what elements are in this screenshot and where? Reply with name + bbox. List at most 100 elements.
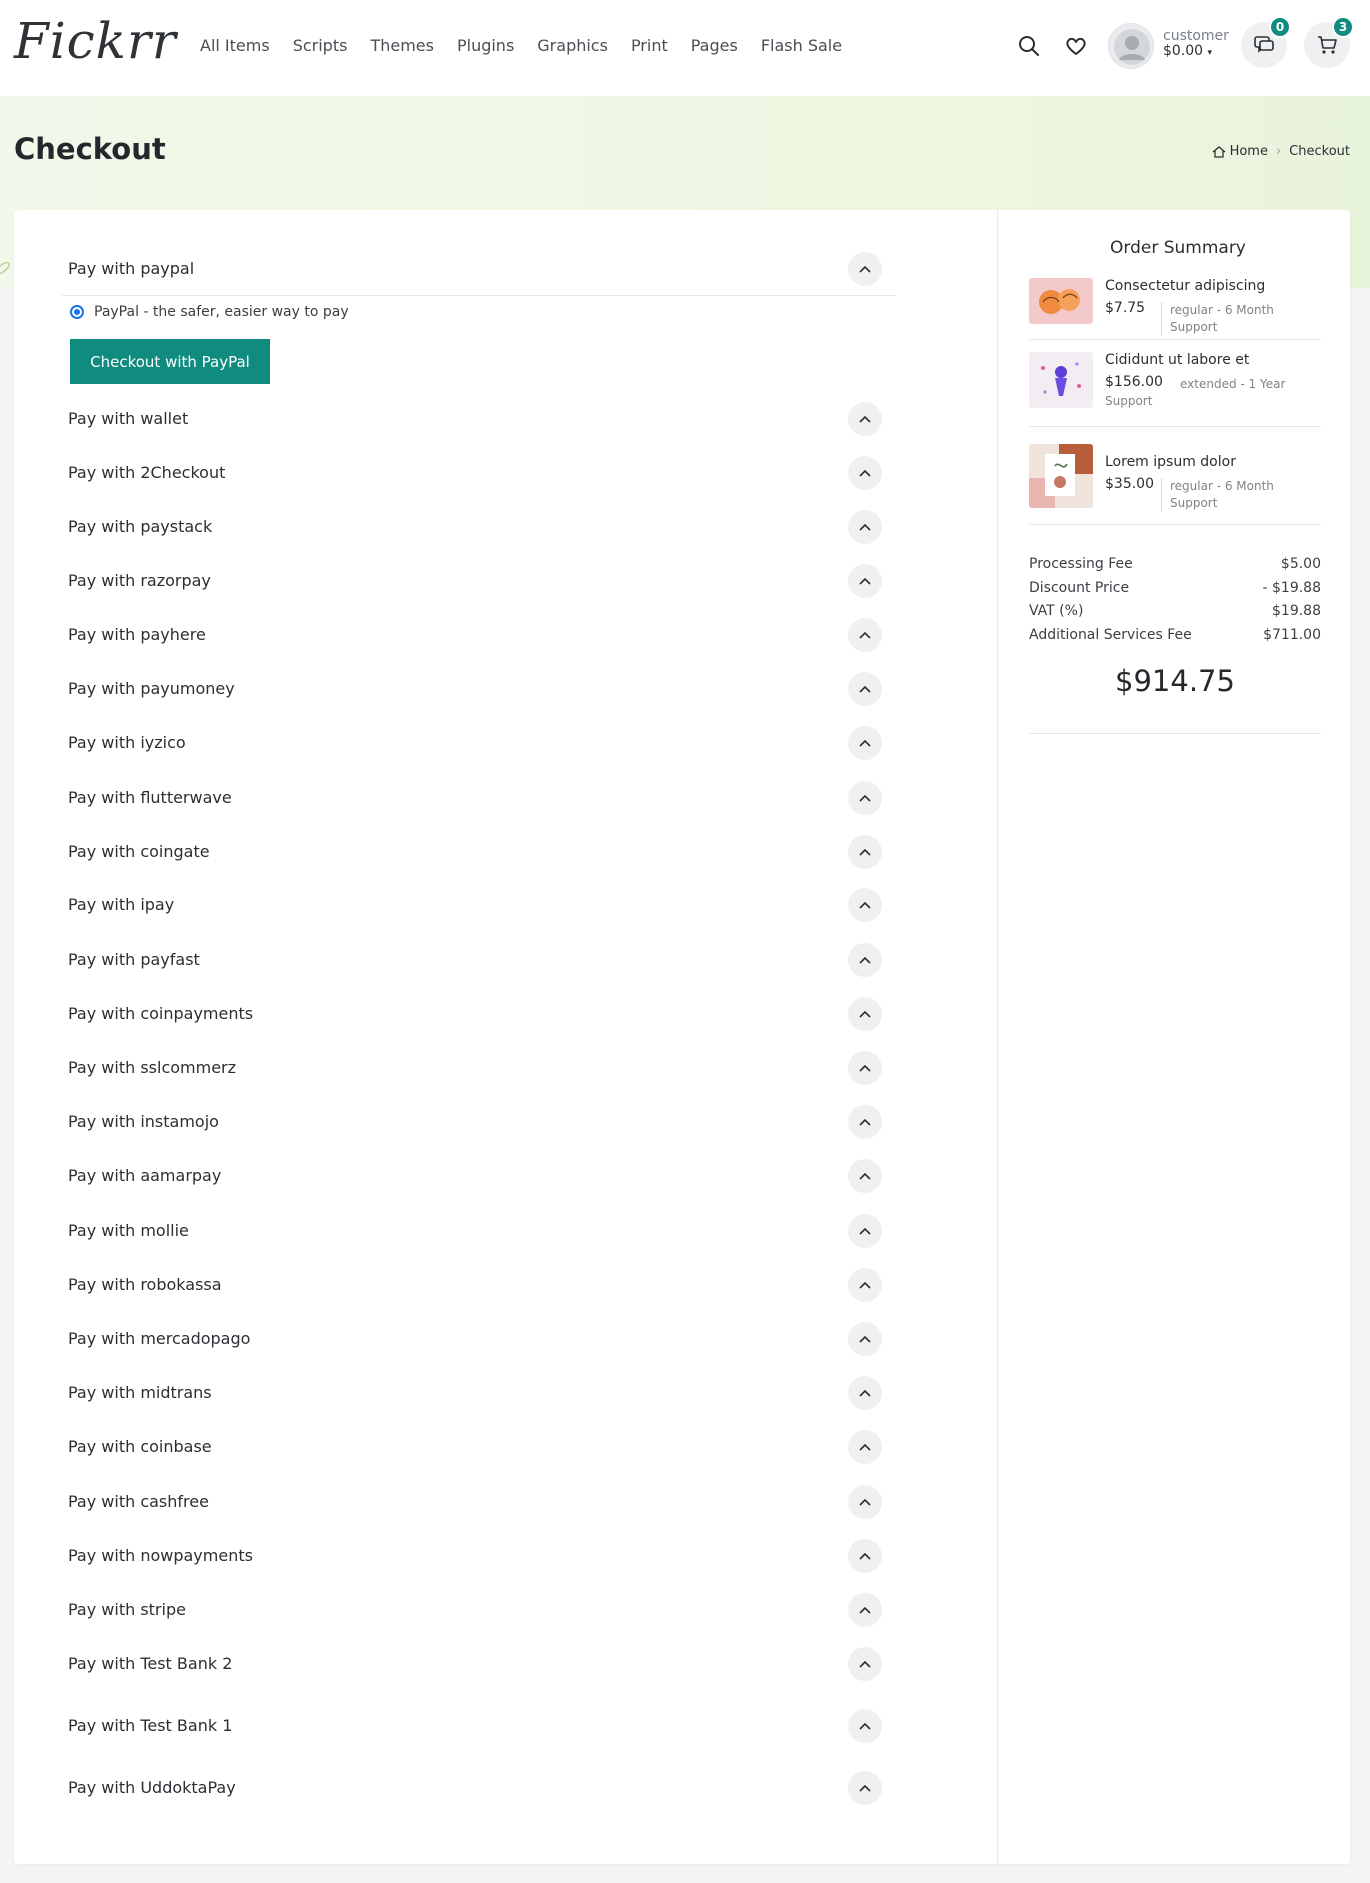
- gateway-item[interactable]: Pay with Test Bank 2: [68, 1643, 882, 1683]
- chevron-up-icon[interactable]: [848, 997, 882, 1031]
- gateway-item[interactable]: Pay with stripe: [68, 1589, 882, 1629]
- gateway-label: Pay with razorpay: [68, 570, 211, 590]
- product-name[interactable]: Consectetur adipiscing: [1105, 278, 1265, 294]
- chevron-up-icon[interactable]: [848, 1376, 882, 1410]
- gateway-item[interactable]: Pay with mercadopago: [68, 1318, 882, 1358]
- fee-value: $19.88: [1272, 603, 1321, 619]
- gateway-label: Pay with nowpayments: [68, 1545, 253, 1565]
- chevron-up-icon[interactable]: [848, 835, 882, 869]
- chevron-up-icon[interactable]: [848, 1051, 882, 1085]
- user-balance[interactable]: $0.00 ▾: [1163, 43, 1212, 59]
- summary-item[interactable]: Cididunt ut labore et $156.00 extended -…: [1029, 352, 1321, 412]
- paypal-radio-option[interactable]: PayPal - the safer, easier way to pay: [70, 304, 349, 320]
- gateway-item[interactable]: Pay with mollie: [68, 1210, 882, 1250]
- gateway-item[interactable]: Pay with aamarpay: [68, 1155, 882, 1195]
- nav-all-items[interactable]: All Items: [200, 36, 270, 55]
- user-avatar[interactable]: [1108, 23, 1154, 69]
- product-thumbnail[interactable]: [1029, 278, 1093, 324]
- gateway-item[interactable]: Pay with robokassa: [68, 1264, 882, 1304]
- chevron-up-icon[interactable]: [848, 1647, 882, 1681]
- gateway-item[interactable]: Pay with cashfree: [68, 1481, 882, 1521]
- gateway-item[interactable]: Pay with coinbase: [68, 1426, 882, 1466]
- product-thumbnail[interactable]: [1029, 352, 1093, 408]
- product-license: regular - 6 Month Support: [1161, 302, 1321, 336]
- cart-button[interactable]: 3: [1304, 16, 1354, 68]
- chevron-up-icon[interactable]: [848, 1593, 882, 1627]
- chevron-up-icon[interactable]: [848, 1105, 882, 1139]
- product-thumbnail[interactable]: [1029, 444, 1093, 508]
- chevron-up-icon[interactable]: [848, 1539, 882, 1573]
- chevron-up-icon[interactable]: [848, 1709, 882, 1743]
- chevron-up-icon[interactable]: [848, 1159, 882, 1193]
- gateway-item[interactable]: Pay with coinpayments: [68, 993, 882, 1033]
- gateway-label: Pay with instamojo: [68, 1111, 219, 1131]
- messages-button[interactable]: 0: [1241, 16, 1291, 68]
- gateway-item[interactable]: Pay with sslcommerz: [68, 1047, 882, 1087]
- chevron-up-icon[interactable]: [848, 1322, 882, 1356]
- chevron-up-icon[interactable]: [848, 252, 882, 286]
- gateway-label: Pay with cashfree: [68, 1491, 209, 1511]
- gateway-item[interactable]: Pay with flutterwave: [68, 777, 882, 817]
- chevron-up-icon[interactable]: [848, 402, 882, 436]
- cart-badge: 3: [1332, 16, 1354, 38]
- fee-label: Discount Price: [1029, 580, 1130, 596]
- chevron-up-icon[interactable]: [848, 618, 882, 652]
- chevron-up-icon[interactable]: [848, 672, 882, 706]
- checkout-paypal-button[interactable]: Checkout with PayPal: [70, 339, 270, 384]
- breadcrumb-home[interactable]: Home: [1230, 144, 1268, 159]
- chevron-up-icon[interactable]: [848, 888, 882, 922]
- gateway-paypal[interactable]: Pay with paypal: [68, 248, 882, 288]
- gateway-label: Pay with payfast: [68, 949, 200, 969]
- nav-graphics[interactable]: Graphics: [537, 36, 608, 55]
- chevron-up-icon[interactable]: [848, 510, 882, 544]
- site-logo[interactable]: Fickrr: [14, 12, 177, 70]
- nav-flash-sale[interactable]: Flash Sale: [761, 36, 842, 55]
- gateway-label: Pay with wallet: [68, 408, 189, 428]
- gateway-item[interactable]: Pay with midtrans: [68, 1372, 882, 1412]
- gateway-item[interactable]: Pay with iyzico: [68, 722, 882, 762]
- gateway-item[interactable]: Pay with razorpay: [68, 560, 882, 600]
- chevron-up-icon[interactable]: [848, 726, 882, 760]
- fee-label: Additional Services Fee: [1029, 627, 1192, 643]
- nav-themes[interactable]: Themes: [370, 36, 434, 55]
- gateway-item[interactable]: Pay with instamojo: [68, 1101, 882, 1141]
- caret-down-icon: ▾: [1207, 48, 1213, 58]
- gateway-label: Pay with Test Bank 2: [68, 1653, 233, 1673]
- chevron-up-icon[interactable]: [848, 781, 882, 815]
- chevron-up-icon[interactable]: [848, 1771, 882, 1805]
- chevron-up-icon[interactable]: [848, 1268, 882, 1302]
- chevron-up-icon[interactable]: [848, 1485, 882, 1519]
- chevron-up-icon[interactable]: [848, 943, 882, 977]
- breadcrumb-current: Checkout: [1289, 144, 1350, 159]
- gateway-item[interactable]: Pay with coingate: [68, 831, 882, 871]
- chevron-up-icon[interactable]: [848, 1430, 882, 1464]
- summary-item[interactable]: Lorem ipsum dolor $35.00 regular - 6 Mon…: [1029, 444, 1321, 516]
- chevron-up-icon[interactable]: [848, 1214, 882, 1248]
- nav-scripts[interactable]: Scripts: [293, 36, 348, 55]
- gateway-label: Pay with flutterwave: [68, 787, 232, 807]
- gateway-item[interactable]: Pay with payfast: [68, 939, 882, 979]
- heart-icon[interactable]: [1064, 34, 1088, 58]
- gateway-item[interactable]: Pay with nowpayments: [68, 1535, 882, 1575]
- search-icon[interactable]: [1017, 34, 1041, 58]
- product-name[interactable]: Cididunt ut labore et: [1105, 352, 1249, 368]
- gateway-label: Pay with mollie: [68, 1220, 189, 1240]
- user-name[interactable]: customer: [1163, 28, 1229, 44]
- summary-item[interactable]: Consectetur adipiscing $7.75 regular - 6…: [1029, 278, 1321, 336]
- product-name[interactable]: Lorem ipsum dolor: [1105, 454, 1236, 470]
- gateway-item[interactable]: Pay with payumoney: [68, 668, 882, 708]
- gateway-item[interactable]: Pay with wallet: [68, 398, 882, 438]
- gateway-item[interactable]: Pay with payhere: [68, 614, 882, 654]
- nav-pages[interactable]: Pages: [691, 36, 738, 55]
- radio-selected-icon[interactable]: [70, 305, 84, 319]
- gateway-item[interactable]: Pay with Test Bank 1: [68, 1705, 882, 1745]
- gateway-item[interactable]: Pay with paystack: [68, 506, 882, 546]
- gateway-item[interactable]: Pay with 2Checkout: [68, 452, 882, 492]
- gateway-item[interactable]: Pay with UddoktaPay: [68, 1767, 882, 1807]
- nav-plugins[interactable]: Plugins: [457, 36, 514, 55]
- user-balance-value: $0.00: [1163, 43, 1204, 59]
- chevron-up-icon[interactable]: [848, 456, 882, 490]
- gateway-item[interactable]: Pay with ipay: [68, 884, 882, 924]
- nav-print[interactable]: Print: [631, 36, 668, 55]
- chevron-up-icon[interactable]: [848, 564, 882, 598]
